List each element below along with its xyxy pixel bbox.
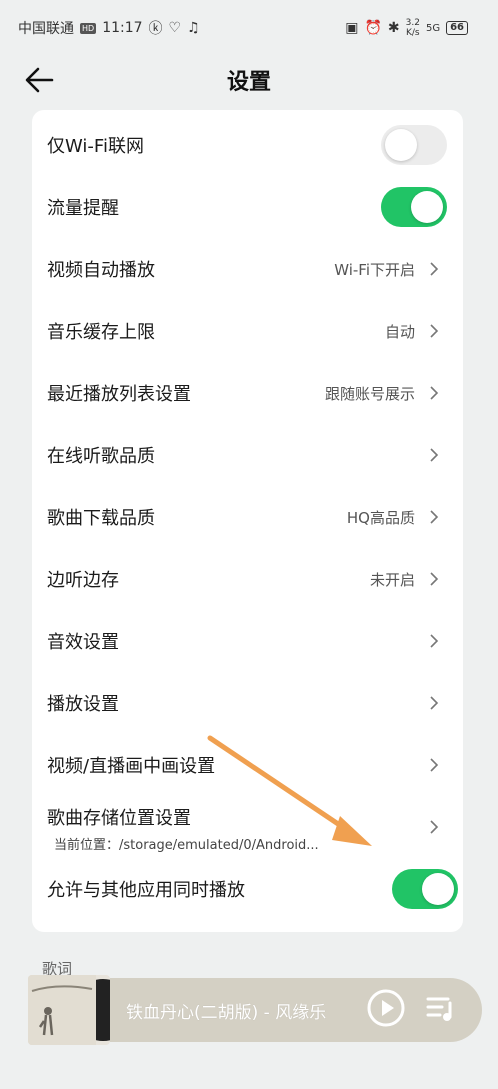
- setting-playback[interactable]: 播放设置: [32, 672, 463, 734]
- setting-listen-and-save[interactable]: 边听边存 未开启: [32, 548, 463, 610]
- setting-label: 音效设置: [47, 632, 119, 653]
- network-speed: 3.2 K/s: [406, 18, 420, 38]
- setting-label: 边听边存: [47, 570, 119, 591]
- toggle-knob: [385, 129, 417, 161]
- toggle-knob: [411, 191, 443, 223]
- play-icon: [367, 989, 405, 1027]
- mix-playback-toggle[interactable]: [392, 869, 458, 909]
- setting-streaming-quality[interactable]: 在线听歌品质: [32, 424, 463, 486]
- page-title: 设置: [226, 70, 271, 95]
- setting-cache-limit[interactable]: 音乐缓存上限 自动: [32, 300, 463, 362]
- setting-picture-in-picture[interactable]: 视频/直播画中画设置: [32, 734, 463, 796]
- settings-card: 仅Wi-Fi联网 流量提醒 视频自动播放 Wi-Fi下开启 音乐缓存上限 自动 …: [32, 110, 463, 932]
- chevron-right-icon: [430, 572, 439, 586]
- chevron-right-icon: [430, 448, 439, 462]
- setting-label: 流量提醒: [47, 198, 119, 219]
- status-right: ▣ ⏰ ✱ 3.2 K/s 5G 66: [345, 18, 468, 38]
- setting-recent-playlist[interactable]: 最近播放列表设置 跟随账号展示: [32, 362, 463, 424]
- status-bar: 中国联通 HD 11:17 ⓚ ♡ ♫ ▣ ⏰ ✱ 3.2 K/s 5G 66: [0, 0, 498, 56]
- setting-label: 最近播放列表设置: [47, 384, 191, 405]
- nfc-icon: ▣: [345, 20, 359, 36]
- chevron-right-icon: [430, 696, 439, 710]
- setting-label: 视频/直播画中画设置: [47, 756, 216, 777]
- setting-data-reminder[interactable]: 流量提醒: [32, 176, 463, 238]
- setting-label: 视频自动播放: [47, 260, 155, 281]
- link-icon: ♡: [168, 20, 182, 36]
- battery-icon: 66: [446, 21, 468, 35]
- chevron-right-icon: [430, 510, 439, 524]
- toggle-knob: [422, 873, 454, 905]
- setting-storage-location[interactable]: 歌曲存储位置设置 当前位置：/storage/emulated/0/Androi…: [32, 796, 463, 858]
- setting-wifi-only[interactable]: 仅Wi-Fi联网: [32, 114, 463, 176]
- header: 设置: [0, 56, 498, 108]
- data-reminder-toggle[interactable]: [381, 187, 447, 227]
- chevron-right-icon: [430, 820, 439, 834]
- setting-label: 仅Wi-Fi联网: [47, 136, 144, 157]
- speed-value: 3.2: [405, 18, 420, 28]
- setting-label: 允许与其他应用同时播放: [47, 880, 245, 901]
- chevron-right-icon: [430, 386, 439, 400]
- carrier-text: 中国联通: [18, 21, 74, 37]
- time-text: 11:17: [102, 20, 143, 36]
- playlist-icon: [426, 997, 452, 1021]
- status-left: 中国联通 HD 11:17 ⓚ ♡ ♫: [18, 18, 200, 38]
- album-figure-icon: [28, 975, 96, 1045]
- playlist-button[interactable]: [426, 995, 456, 1023]
- wifi-only-toggle[interactable]: [381, 125, 447, 165]
- setting-value: 未开启: [369, 570, 415, 589]
- setting-label: 在线听歌品质: [47, 446, 155, 467]
- speed-unit: K/s: [405, 28, 420, 38]
- bluetooth-icon: ✱: [387, 20, 400, 36]
- setting-value: Wi-Fi下开启: [334, 260, 415, 279]
- setting-value: 跟随账号展示: [324, 384, 415, 403]
- setting-label: 播放设置: [47, 694, 119, 715]
- chevron-right-icon: [430, 758, 439, 772]
- setting-label: 音乐缓存上限: [47, 322, 155, 343]
- storage-path: 当前位置：/storage/emulated/0/Android...: [54, 838, 319, 853]
- setting-download-quality[interactable]: 歌曲下载品质 HQ高品质: [32, 486, 463, 548]
- play-button[interactable]: [366, 988, 406, 1028]
- chevron-right-icon: [430, 634, 439, 648]
- alarm-icon: ⏰: [364, 20, 382, 36]
- setting-label: 歌曲存储位置设置: [47, 808, 191, 829]
- chevron-right-icon: [430, 262, 439, 276]
- song-title[interactable]: 铁血丹心(二胡版) - 风缘乐: [126, 998, 326, 1023]
- hd-badge: HD: [80, 22, 97, 34]
- setting-video-autoplay[interactable]: 视频自动播放 Wi-Fi下开启: [32, 238, 463, 300]
- setting-sound-effects[interactable]: 音效设置: [32, 610, 463, 672]
- signal-icon: 5G: [425, 22, 441, 34]
- chevron-right-icon: [430, 324, 439, 338]
- setting-mix-playback[interactable]: 允许与其他应用同时播放: [32, 858, 463, 920]
- setting-value: 自动: [384, 322, 415, 341]
- k-icon: ⓚ: [148, 21, 163, 37]
- setting-label: 歌曲下载品质: [47, 508, 155, 529]
- music-note-icon: ♫: [187, 20, 200, 36]
- setting-value: HQ高品质: [346, 508, 415, 527]
- album-art[interactable]: [28, 975, 110, 1045]
- album-cover-image: [28, 975, 96, 1045]
